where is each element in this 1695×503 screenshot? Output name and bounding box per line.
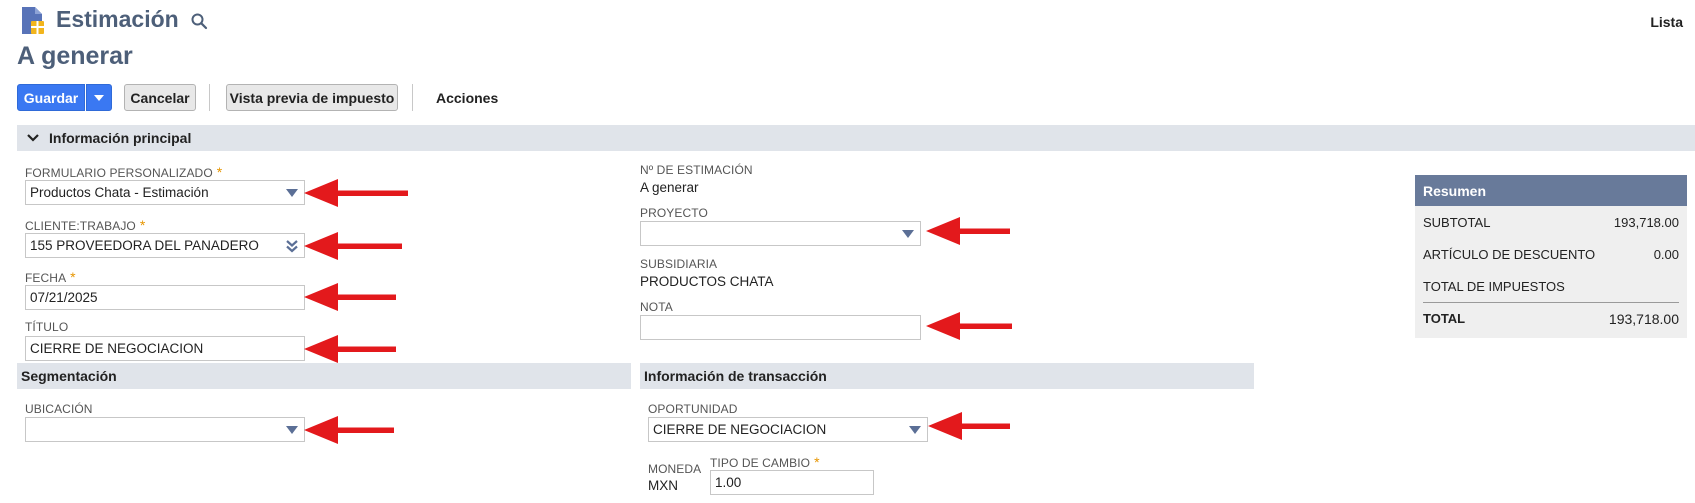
- summary-row-total: TOTAL 193,718.00: [1423, 311, 1679, 327]
- title-input[interactable]: CIERRE DE NEGOCIACION: [25, 336, 305, 361]
- summary-row-subtotal: SUBTOTAL 193,718.00: [1423, 215, 1679, 230]
- summary-label: SUBTOTAL: [1423, 215, 1491, 230]
- subsidiary-label: SUBSIDIARIA: [640, 257, 718, 271]
- custom-form-label: FORMULARIO PERSONALIZADO *: [25, 164, 223, 180]
- red-arrow-annotation: [304, 416, 394, 444]
- note-label: NOTA: [640, 300, 673, 314]
- list-link[interactable]: Lista: [1650, 14, 1683, 30]
- date-label: FECHA *: [25, 269, 76, 285]
- summary-divider: [1423, 302, 1679, 303]
- double-chevron-icon[interactable]: [286, 239, 298, 253]
- customer-job-select[interactable]: 155 PROVEEDORA DEL PANADERO: [25, 233, 305, 258]
- red-arrow-annotation: [304, 232, 402, 260]
- custom-form-value: Productos Chata - Estimación: [30, 185, 209, 200]
- toolbar-divider: [412, 84, 413, 111]
- summary-title: Resumen: [1415, 175, 1687, 206]
- red-arrow-annotation: [928, 412, 1010, 440]
- exchange-rate-input[interactable]: 1.00: [710, 470, 874, 495]
- summary-value: 193,718.00: [1613, 215, 1679, 230]
- currency-value: MXN: [648, 478, 678, 493]
- summary-panel: Resumen SUBTOTAL 193,718.00 ARTÍCULO DE …: [1415, 175, 1687, 338]
- tax-preview-button[interactable]: Vista previa de impuesto: [226, 84, 398, 111]
- section-main-header[interactable]: [17, 125, 1695, 151]
- red-arrow-annotation: [304, 335, 396, 363]
- customer-job-value: 155 PROVEEDORA DEL PANADERO: [30, 238, 259, 253]
- custom-form-select[interactable]: Productos Chata - Estimación: [25, 180, 305, 205]
- exchange-rate-label: TIPO DE CAMBIO *: [710, 454, 820, 470]
- red-arrow-annotation: [304, 283, 396, 311]
- page-title: A generar: [17, 42, 133, 70]
- actions-menu[interactable]: Acciones: [436, 90, 498, 106]
- summary-row-discount: ARTÍCULO DE DESCUENTO 0.00: [1423, 247, 1679, 262]
- summary-row-tax: TOTAL DE IMPUESTOS: [1423, 279, 1679, 294]
- dropdown-caret-icon: [902, 230, 914, 238]
- red-arrow-annotation: [304, 179, 408, 207]
- red-arrow-annotation: [926, 217, 1010, 245]
- note-input[interactable]: [640, 315, 921, 340]
- search-icon[interactable]: [190, 12, 208, 30]
- section-main-label: Información principal: [49, 130, 192, 146]
- estimate-number-label: Nº DE ESTIMACIÓN: [640, 163, 753, 177]
- date-input[interactable]: 07/21/2025: [25, 285, 305, 310]
- currency-label: MONEDA: [648, 462, 702, 476]
- record-type-title: Estimación: [56, 6, 179, 32]
- summary-label: TOTAL DE IMPUESTOS: [1423, 279, 1565, 294]
- section-transaction-label: Información de transacción: [644, 368, 827, 384]
- save-menu-button[interactable]: [86, 84, 112, 111]
- estimate-number-value: A generar: [640, 180, 699, 195]
- summary-label: TOTAL: [1423, 311, 1466, 326]
- summary-value: 193,718.00: [1608, 311, 1679, 327]
- summary-value: 0.00: [1653, 247, 1679, 262]
- cancel-button[interactable]: Cancelar: [124, 84, 196, 111]
- subsidiary-value: PRODUCTOS CHATA: [640, 274, 774, 289]
- opportunity-select[interactable]: CIERRE DE NEGOCIACION: [648, 417, 928, 442]
- toolbar-divider: [209, 84, 210, 111]
- customer-job-label: CLIENTE:TRABAJO *: [25, 217, 146, 233]
- opportunity-value: CIERRE DE NEGOCIACION: [653, 422, 827, 437]
- section-segmentation-label: Segmentación: [21, 368, 117, 384]
- dropdown-caret-icon: [286, 189, 298, 197]
- project-label: PROYECTO: [640, 206, 708, 220]
- chevron-down-icon: [94, 94, 104, 101]
- opportunity-label: OPORTUNIDAD: [648, 402, 738, 416]
- save-button[interactable]: Guardar: [17, 84, 85, 111]
- summary-label: ARTÍCULO DE DESCUENTO: [1423, 247, 1596, 262]
- red-arrow-annotation: [926, 312, 1012, 340]
- dropdown-caret-icon: [286, 426, 298, 434]
- title-label: TÍTULO: [25, 320, 69, 334]
- dropdown-caret-icon: [909, 426, 921, 434]
- location-select[interactable]: [25, 417, 305, 442]
- location-label: UBICACIÓN: [25, 402, 93, 416]
- record-icon: [22, 7, 44, 34]
- project-select[interactable]: [640, 221, 921, 246]
- chevron-down-icon[interactable]: [26, 131, 40, 145]
